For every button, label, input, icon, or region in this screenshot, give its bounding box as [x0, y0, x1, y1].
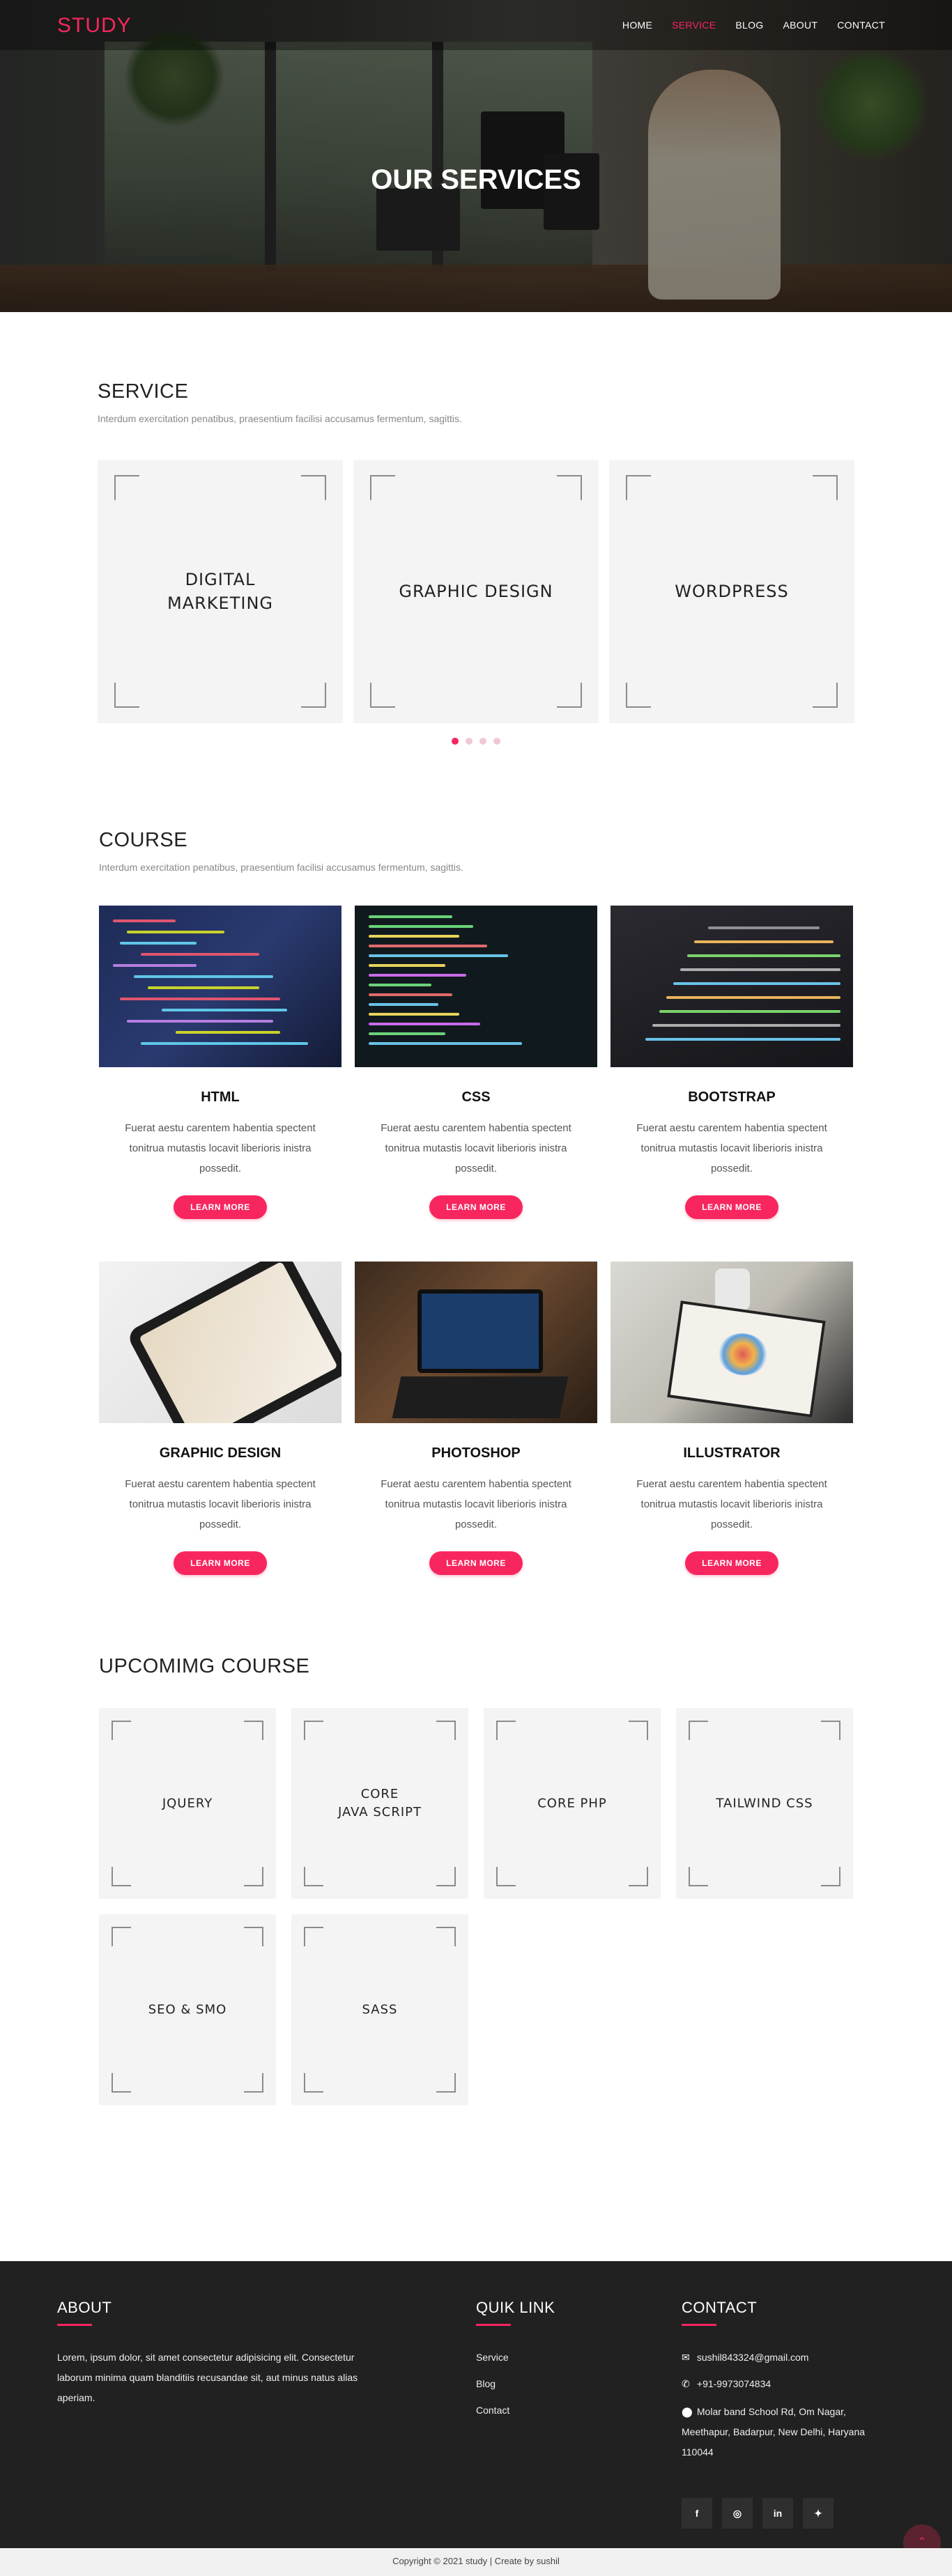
upcoming-card-label: SEO & SMO [148, 2002, 227, 2017]
learn-more-button[interactable]: LEARN MORE [429, 1195, 523, 1219]
service-card-label: WORDPRESS [675, 582, 789, 601]
course-card-graphic-design: GRAPHIC DESIGN Fuerat aestu carentem hab… [99, 1262, 341, 1575]
course-title-bootstrap: BOOTSTRAP [688, 1089, 776, 1105]
footer-email[interactable]: sushil843324@gmail.com [697, 2352, 809, 2363]
upcoming-card-jquery[interactable]: JQUERY [99, 1708, 276, 1899]
course-title-html: HTML [201, 1089, 240, 1105]
course-desc: Fuerat aestu carentem habentia spectent … [125, 1122, 316, 1174]
carousel-dots [0, 736, 952, 748]
learn-more-button[interactable]: LEARN MORE [685, 1551, 778, 1575]
footer-links-title: QUIK LINK [476, 2299, 555, 2316]
site-footer: ABOUT Lorem, ipsum dolor, sit amet conse… [0, 2261, 952, 2576]
footer-about-title: ABOUT [57, 2299, 112, 2316]
footer-link-service[interactable]: Service [476, 2352, 509, 2363]
social-links: f ◎ in ✦ [682, 2498, 834, 2529]
footer-phone-row: ✆ +91-9973074834 [682, 2374, 905, 2394]
top-navbar: STUDY HOME SERVICE BLOG ABOUT CONTACT [0, 0, 952, 50]
nav-about[interactable]: ABOUT [783, 20, 818, 31]
upcoming-card-core-php[interactable]: CORE PHP [484, 1708, 661, 1899]
upcoming-card-seo-smo[interactable]: SEO & SMO [99, 1914, 276, 2105]
course-desc: Fuerat aestu carentem habentia spectent … [125, 1478, 316, 1530]
location-pin-icon: ⬤ [682, 2406, 693, 2417]
upcoming-card-label: CORE JAVA SCRIPT [337, 1787, 422, 1820]
upcoming-card-label: TAILWIND CSS [716, 1796, 813, 1811]
envelope-icon: ✉ [682, 2352, 690, 2363]
course-card-illustrator: ILLUSTRATOR Fuerat aestu carentem habent… [611, 1262, 853, 1575]
footer-phone: +91-9973074834 [696, 2378, 771, 2389]
course-card-html: HTML Fuerat aestu carentem habentia spec… [99, 906, 341, 1219]
upcoming-title: UPCOMIMG COURSE [99, 1655, 310, 1677]
footer-about-underline [57, 2324, 92, 2326]
service-card-label: GRAPHIC DESIGN [399, 582, 553, 601]
nav-blog[interactable]: BLOG [735, 20, 763, 31]
service-card-digital-marketing[interactable]: DIGITAL MARKETING [98, 460, 343, 723]
carousel-dot[interactable] [493, 738, 500, 745]
footer-contact-underline [682, 2324, 716, 2326]
carousel-dot[interactable] [452, 738, 459, 745]
site-logo[interactable]: STUDY [57, 14, 132, 38]
carousel-dot[interactable] [479, 738, 486, 745]
upcoming-card-label: JQUERY [162, 1796, 213, 1811]
service-card-wordpress[interactable]: WORDPRESS [609, 460, 854, 723]
course-title-illustrator: ILLUSTRATOR [683, 1445, 781, 1461]
service-subtitle: Interdum exercitation penatibus, praesen… [98, 413, 462, 424]
footer-links-underline [476, 2324, 511, 2326]
course-title-photoshop: PHOTOSHOP [431, 1445, 521, 1461]
twitter-icon[interactable]: ✦ [803, 2498, 834, 2529]
upcoming-card-label: CORE PHP [537, 1796, 607, 1811]
footer-address-row: ⬤ Molar band School Rd, Om Nagar, Meetha… [682, 2402, 891, 2462]
upcoming-card-core-javascript[interactable]: CORE JAVA SCRIPT [291, 1708, 468, 1899]
upcoming-card-label: SASS [362, 2002, 398, 2017]
carousel-dot[interactable] [466, 738, 473, 745]
page-title: OUR SERVICES [371, 164, 581, 195]
nav-contact[interactable]: CONTACT [837, 20, 885, 31]
footer-contact-title: CONTACT [682, 2299, 758, 2316]
footer-email-row: ✉ sushil843324@gmail.com [682, 2348, 905, 2368]
course-title: COURSE [99, 829, 188, 851]
upcoming-card-sass[interactable]: SASS [291, 1914, 468, 2105]
course-desc: Fuerat aestu carentem habentia spectent … [381, 1122, 571, 1174]
course-desc: Fuerat aestu carentem habentia spectent … [636, 1122, 827, 1174]
course-card-bootstrap: BOOTSTRAP Fuerat aestu carentem habentia… [611, 906, 853, 1219]
upcoming-section: UPCOMIMG COURSE JQUERY CORE JAVA SCRIPT … [0, 1652, 952, 2261]
hero-banner: STUDY HOME SERVICE BLOG ABOUT CONTACT OU… [0, 0, 952, 312]
upcoming-card-tailwind-css[interactable]: TAILWIND CSS [676, 1708, 853, 1899]
nav-home[interactable]: HOME [622, 20, 652, 31]
course-title-graphic-design: GRAPHIC DESIGN [159, 1445, 282, 1461]
tablet-design-image [99, 1262, 341, 1423]
service-section: SERVICE Interdum exercitation penatibus,… [0, 312, 952, 800]
copyright-bar: Copyright © 2021 study | Create by sushi… [0, 2548, 952, 2576]
nav-service[interactable]: SERVICE [672, 20, 716, 31]
service-card-label: DIGITAL MARKETING [167, 570, 273, 613]
service-title: SERVICE [98, 380, 189, 403]
css-code-image [355, 906, 597, 1067]
course-section: COURSE Interdum exercitation penatibus, … [0, 800, 952, 1652]
course-title-css: CSS [461, 1089, 491, 1105]
learn-more-button[interactable]: LEARN MORE [685, 1195, 778, 1219]
footer-link-contact[interactable]: Contact [476, 2405, 509, 2416]
facebook-icon[interactable]: f [682, 2498, 712, 2529]
learn-more-button[interactable]: LEARN MORE [174, 1195, 267, 1219]
laptop-photoshop-image [355, 1262, 597, 1423]
drawing-tablet-image [611, 1262, 853, 1423]
learn-more-button[interactable]: LEARN MORE [429, 1551, 523, 1575]
service-card-graphic-design[interactable]: GRAPHIC DESIGN [353, 460, 599, 723]
instagram-icon[interactable]: ◎ [722, 2498, 753, 2529]
bootstrap-code-image [611, 906, 853, 1067]
phone-icon: ✆ [682, 2378, 690, 2389]
linkedin-icon[interactable]: in [762, 2498, 793, 2529]
course-desc: Fuerat aestu carentem habentia spectent … [636, 1478, 827, 1530]
course-desc: Fuerat aestu carentem habentia spectent … [381, 1478, 571, 1530]
nav-menu: HOME SERVICE BLOG ABOUT CONTACT [603, 20, 885, 31]
footer-address: Molar band School Rd, Om Nagar, Meethapu… [682, 2406, 866, 2458]
course-card-css: CSS Fuerat aestu carentem habentia spect… [355, 906, 597, 1219]
learn-more-button[interactable]: LEARN MORE [174, 1551, 267, 1575]
course-subtitle: Interdum exercitation penatibus, praesen… [99, 862, 463, 873]
footer-link-blog[interactable]: Blog [476, 2378, 496, 2389]
html-code-image [99, 906, 341, 1067]
course-card-photoshop: PHOTOSHOP Fuerat aestu carentem habentia… [355, 1262, 597, 1575]
footer-about-text: Lorem, ipsum dolor, sit amet consectetur… [57, 2352, 358, 2403]
